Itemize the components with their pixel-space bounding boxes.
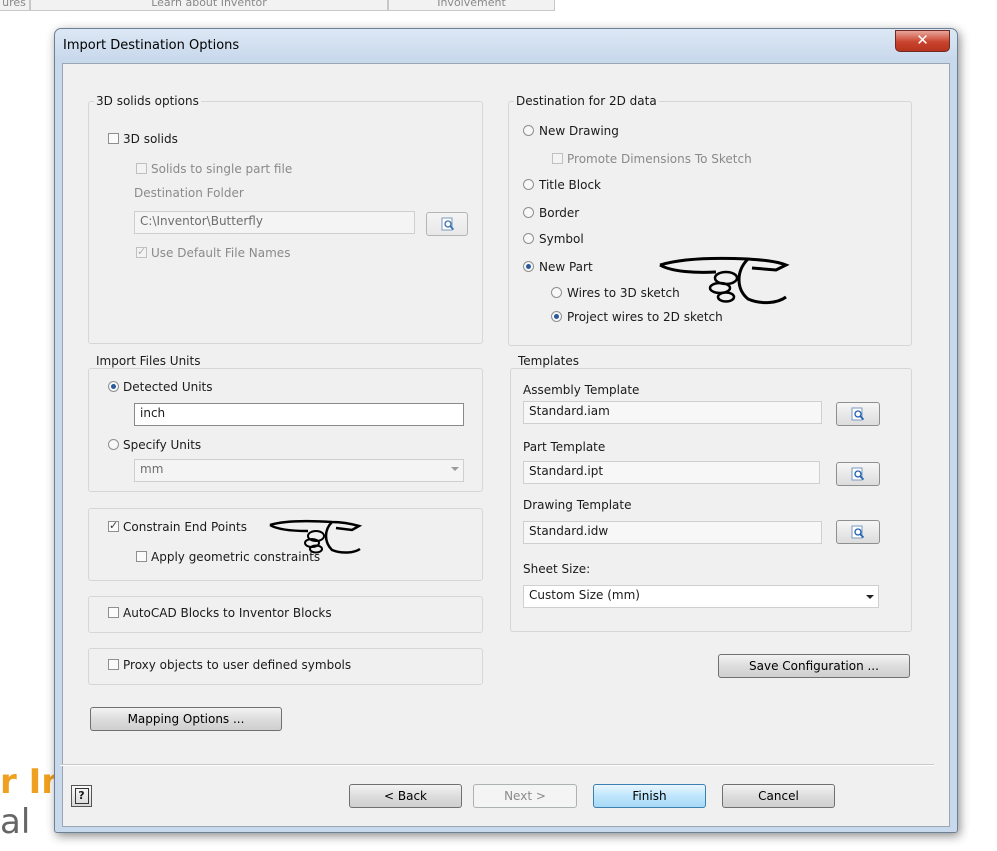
part-template-field[interactable]: Standard.ipt <box>523 461 820 484</box>
browse-icon <box>851 525 865 539</box>
save-configuration-button[interactable]: Save Configuration ... <box>718 654 910 678</box>
dialog-title: Import Destination Options <box>63 38 240 53</box>
part-template-label: Part Template <box>523 440 606 454</box>
single-part-label: Solids to single part file <box>151 162 293 176</box>
destination-2d-label: Destination for 2D data <box>514 94 659 108</box>
background-tab[interactable]: ures <box>0 0 30 11</box>
browse-part-template-button[interactable] <box>836 462 880 486</box>
radio-selected-dot <box>554 314 559 319</box>
back-button[interactable]: < Back <box>349 784 462 808</box>
mapping-options-button[interactable]: Mapping Options ... <box>90 707 282 731</box>
detected-units-radio[interactable] <box>108 381 119 392</box>
help-button[interactable]: ? <box>71 785 92 807</box>
radio-selected-dot <box>111 384 116 389</box>
assembly-template-label: Assembly Template <box>523 383 640 397</box>
assembly-template-field[interactable]: Standard.iam <box>523 401 822 424</box>
new-part-radio[interactable] <box>523 261 534 272</box>
templates-label: Templates <box>516 354 582 368</box>
sheet-size-dropdown[interactable]: Custom Size (mm) <box>523 585 879 608</box>
close-button[interactable]: ✕ <box>895 30 950 52</box>
drawing-template-field[interactable]: Standard.idw <box>523 521 822 544</box>
pointing-hand-icon <box>659 256 790 305</box>
browse-icon <box>851 467 865 481</box>
background-logo-line2: al <box>0 802 31 842</box>
border-radio[interactable] <box>523 207 534 218</box>
new-drawing-radio[interactable] <box>523 125 534 136</box>
title-block-label: Title Block <box>539 178 601 192</box>
background-tab[interactable]: Learn about Inventor <box>30 0 388 11</box>
destination-folder-field[interactable]: C:\Inventor\Butterfly <box>134 211 415 234</box>
sheet-size-label: Sheet Size: <box>523 562 591 576</box>
proxy-objects-checkbox[interactable] <box>108 659 119 670</box>
symbol-radio[interactable] <box>523 233 534 244</box>
specify-units-dropdown[interactable]: mm <box>134 459 464 482</box>
drawing-template-label: Drawing Template <box>523 498 632 512</box>
new-part-label: New Part <box>539 260 593 274</box>
project-2d-sketch-label: Project wires to 2D sketch <box>567 310 723 324</box>
background-tab-strip: ures Learn about Inventor Involvement <box>0 0 997 12</box>
detected-units-field[interactable]: inch <box>134 403 464 426</box>
wires-3d-sketch-radio[interactable] <box>551 287 562 298</box>
radio-selected-dot <box>526 264 531 269</box>
specify-units-value: mm <box>140 462 164 476</box>
browse-drawing-template-button[interactable] <box>836 520 880 544</box>
promote-dimensions-checkbox[interactable] <box>552 153 563 164</box>
project-2d-sketch-radio[interactable] <box>551 311 562 322</box>
chevron-down-icon <box>866 595 874 599</box>
next-button[interactable]: Next > <box>473 784 577 808</box>
default-file-names-checkbox[interactable]: ✓ <box>136 245 147 258</box>
footer-separator <box>60 764 934 766</box>
destination-folder-label: Destination Folder <box>134 186 244 200</box>
browse-folder-button[interactable] <box>426 212 468 236</box>
autocad-blocks-label: AutoCAD Blocks to Inventor Blocks <box>123 606 332 620</box>
sheet-size-value: Custom Size (mm) <box>529 588 640 602</box>
symbol-label: Symbol <box>539 232 584 246</box>
constrain-end-points-checkbox[interactable]: ✓ <box>108 519 119 532</box>
background-tab[interactable]: Involvement <box>388 0 555 11</box>
default-file-names-label: Use Default File Names <box>151 246 291 260</box>
browse-icon <box>441 217 455 231</box>
cancel-button[interactable]: Cancel <box>722 784 835 808</box>
constrain-end-points-label: Constrain End Points <box>123 520 247 534</box>
solids-checkbox[interactable] <box>108 133 119 144</box>
check-icon: ✓ <box>109 519 119 532</box>
detected-units-label: Detected Units <box>123 380 213 394</box>
title-block-radio[interactable] <box>523 179 534 190</box>
solids-options-label: 3D solids options <box>94 94 201 108</box>
browse-assembly-template-button[interactable] <box>836 402 880 426</box>
finish-button[interactable]: Finish <box>593 784 706 808</box>
new-drawing-label: New Drawing <box>539 124 619 138</box>
autocad-blocks-checkbox[interactable] <box>108 607 119 618</box>
geometric-constraints-checkbox[interactable] <box>136 551 147 562</box>
browse-icon <box>851 407 865 421</box>
promote-dimensions-label: Promote Dimensions To Sketch <box>567 152 752 166</box>
check-icon: ✓ <box>137 245 147 258</box>
border-label: Border <box>539 206 580 220</box>
solids-checkbox-label: 3D solids <box>123 132 178 146</box>
help-icon: ? <box>74 788 89 804</box>
specify-units-radio[interactable] <box>108 439 119 450</box>
single-part-checkbox[interactable] <box>136 163 147 174</box>
specify-units-label: Specify Units <box>123 438 202 452</box>
close-icon: ✕ <box>916 31 929 49</box>
chevron-down-icon <box>451 467 459 471</box>
pointing-hand-icon <box>269 519 363 554</box>
import-units-label: Import Files Units <box>94 354 203 368</box>
proxy-objects-label: Proxy objects to user defined symbols <box>123 658 352 672</box>
